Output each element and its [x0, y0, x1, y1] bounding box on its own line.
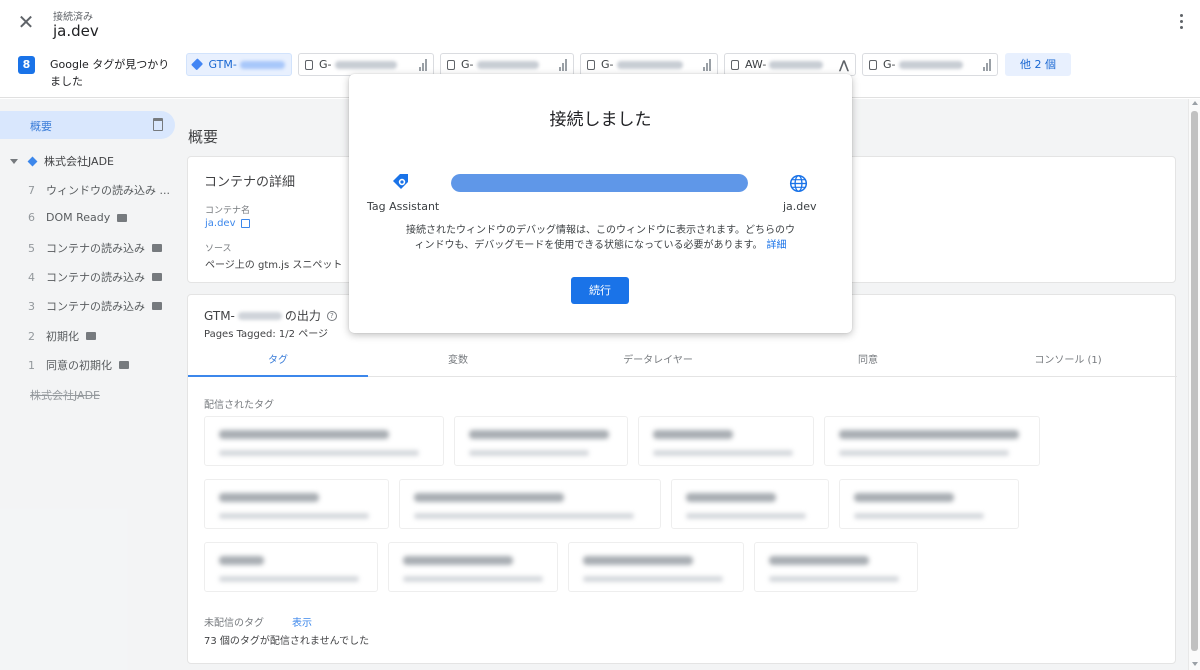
signal-icon: [415, 58, 427, 71]
redacted-id: [334, 60, 397, 69]
lock-icon: [305, 59, 313, 70]
connected-domain: ja.dev: [53, 22, 99, 40]
dialog-body: 接続されたウィンドウのデバッグ情報は、このウィンドウに表示されます。どちらのウィ…: [406, 225, 795, 251]
lock-icon: [447, 59, 455, 70]
more-tags-button[interactable]: 他 2 個: [1005, 53, 1071, 76]
lock-icon: [731, 59, 739, 70]
tag-assistant-icon: [393, 174, 408, 189]
redacted-id: [239, 60, 285, 69]
connected-domain-label: ja.dev: [783, 200, 817, 213]
lock-icon: [869, 59, 877, 70]
scrollbar[interactable]: [1188, 99, 1200, 670]
tag-chip-ga[interactable]: G-: [862, 53, 998, 76]
redacted-id: [476, 60, 539, 69]
scroll-down-icon[interactable]: [1192, 662, 1198, 666]
connected-dialog: 接続しました Tag Assistant ja.dev 接続されたウィンドウのデ…: [349, 74, 852, 333]
top-bar: ✕ 接続済み ja.dev: [0, 0, 1200, 46]
globe-icon: [789, 174, 808, 193]
tag-assistant-label: Tag Assistant: [367, 200, 440, 213]
redacted-id: [769, 60, 824, 69]
connection-status: 接続済み: [53, 12, 93, 23]
gtm-icon: [191, 58, 204, 71]
signal-icon: [979, 58, 991, 71]
signal-icon: [699, 58, 711, 71]
tag-chip-ga[interactable]: G-: [580, 53, 718, 76]
tag-chip-ads[interactable]: AW- ⋀: [724, 53, 856, 76]
continue-button[interactable]: 続行: [571, 277, 629, 304]
more-options-icon[interactable]: [1178, 14, 1184, 32]
tags-found-text: Google タグが見つかりました: [50, 58, 170, 88]
details-link[interactable]: 詳細: [767, 240, 787, 251]
dialog-title: 接続しました: [549, 110, 652, 130]
scroll-up-icon[interactable]: [1192, 101, 1198, 105]
redacted-id: [898, 60, 963, 69]
scroll-thumb[interactable]: [1191, 111, 1198, 651]
tag-count-badge: 8: [18, 56, 35, 74]
redacted-id: [616, 60, 683, 69]
close-icon[interactable]: ✕: [16, 12, 36, 32]
tag-chip-ga[interactable]: G-: [440, 53, 574, 76]
lock-icon: [587, 59, 595, 70]
connection-progress: [451, 174, 748, 192]
signal-icon: [555, 58, 567, 71]
google-ads-icon: ⋀: [838, 57, 849, 72]
tag-chip-ga[interactable]: G-: [298, 53, 434, 76]
tag-chip-gtm[interactable]: GTM-: [186, 53, 292, 76]
